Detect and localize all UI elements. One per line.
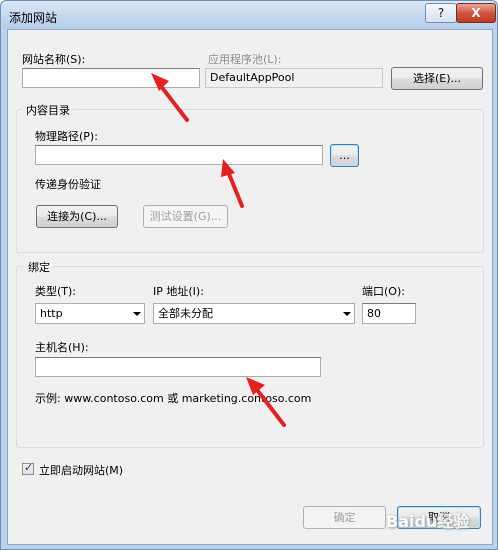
annotation-arrow — [151, 73, 189, 122]
annotation-arrow — [221, 159, 244, 208]
add-website-dialog: 添加网站 ? X 网站名称(S): 应用程序池(L): DefaultAppPo… — [0, 0, 498, 550]
annotation-arrow — [246, 377, 286, 427]
annotation-arrows — [151, 73, 286, 427]
